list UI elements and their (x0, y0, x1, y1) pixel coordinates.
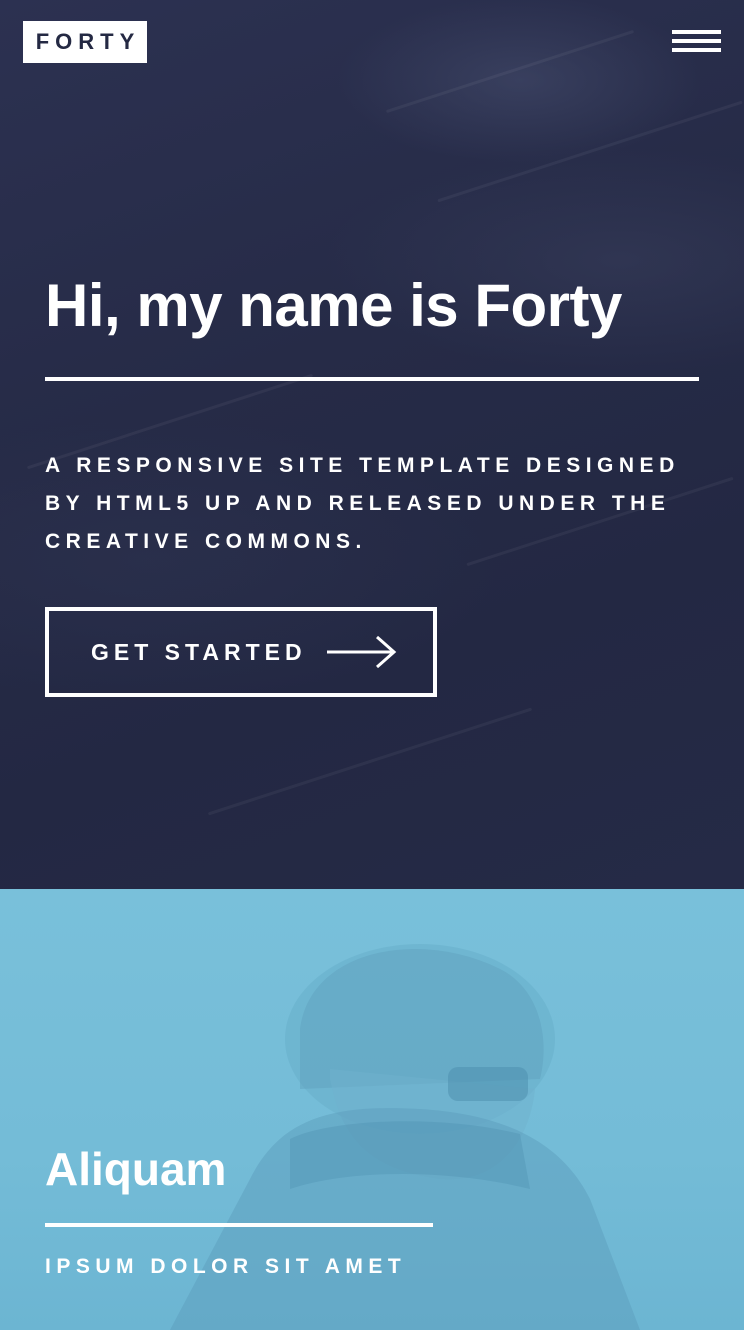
texture-streak (437, 100, 743, 203)
get-started-label: Get Started (91, 638, 307, 665)
hero-subtitle: A responsive site template designed by H… (45, 454, 680, 553)
hero-divider (45, 377, 699, 381)
arrow-right-icon (326, 635, 396, 669)
texture-streak (207, 707, 533, 816)
feature-tile-aliquam[interactable]: Aliquam ipsum dolor sit amet (0, 889, 744, 1330)
tile-title: Aliquam (45, 1143, 227, 1195)
texture-streak (385, 29, 635, 114)
hero-banner: FORTY Hi, my name is Forty A responsive … (0, 0, 744, 889)
get-started-button[interactable]: Get Started (45, 607, 437, 697)
tile-subtitle: ipsum dolor sit amet (45, 1255, 407, 1278)
tile-divider (45, 1223, 433, 1227)
hero-title: Hi, my name is Forty (45, 272, 622, 339)
site-logo[interactable]: FORTY (23, 21, 147, 63)
hamburger-menu-icon[interactable] (672, 30, 721, 54)
